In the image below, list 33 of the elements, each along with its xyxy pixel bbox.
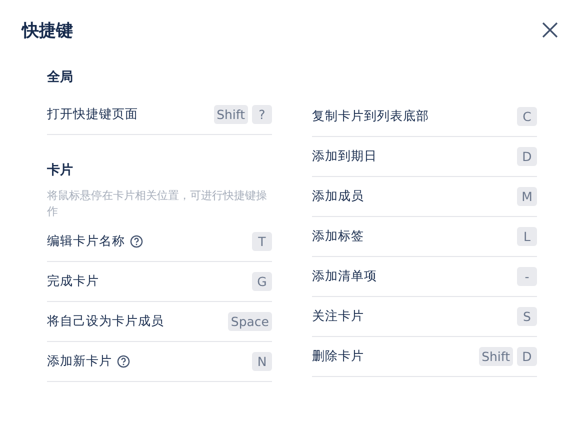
shortcut-label: 添加到期日 — [312, 148, 377, 165]
key-cap: - — [517, 267, 537, 286]
dialog-title: 快捷键 — [22, 20, 73, 42]
shortcut-label: 编辑卡片名称 — [47, 233, 143, 250]
key-cap: C — [517, 107, 537, 126]
key-cap: D — [517, 347, 537, 366]
shortcut-label: 复制卡片到列表底部 — [312, 108, 429, 125]
key-cap: M — [517, 187, 537, 206]
shortcut-label: 关注卡片 — [312, 308, 364, 325]
shortcut-label: 删除卡片 — [312, 348, 364, 365]
key-cap: G — [252, 272, 272, 291]
help-icon[interactable] — [117, 355, 130, 368]
key-cap: S — [517, 307, 537, 326]
shortcut-label: 打开快捷键页面 — [47, 106, 138, 123]
key-cap: N — [252, 352, 272, 371]
key-cap: Space — [228, 312, 272, 331]
shortcut-label: 将自己设为卡片成员 — [47, 313, 164, 330]
shortcut-label: 添加新卡片 — [47, 353, 130, 370]
key-cap: Shift — [478, 347, 513, 366]
key-cap: D — [517, 147, 537, 166]
shortcut-label: 完成卡片 — [47, 273, 99, 290]
key-cap: ? — [252, 105, 272, 124]
shortcut-label: 添加成员 — [312, 188, 364, 205]
help-icon[interactable] — [130, 235, 143, 248]
section-heading: 全局 — [47, 69, 74, 86]
key-cap: L — [517, 227, 537, 246]
shortcut-label: 添加清单项 — [312, 268, 377, 285]
key-cap: Shift — [214, 105, 248, 124]
shortcut-label: 添加标签 — [312, 228, 364, 245]
section-description: 将鼠标悬停在卡片相关位置，可进行快捷键操作 — [47, 188, 268, 220]
key-cap: T — [252, 232, 272, 251]
section-heading: 卡片 — [47, 162, 74, 179]
close-icon[interactable] — [541, 21, 559, 39]
